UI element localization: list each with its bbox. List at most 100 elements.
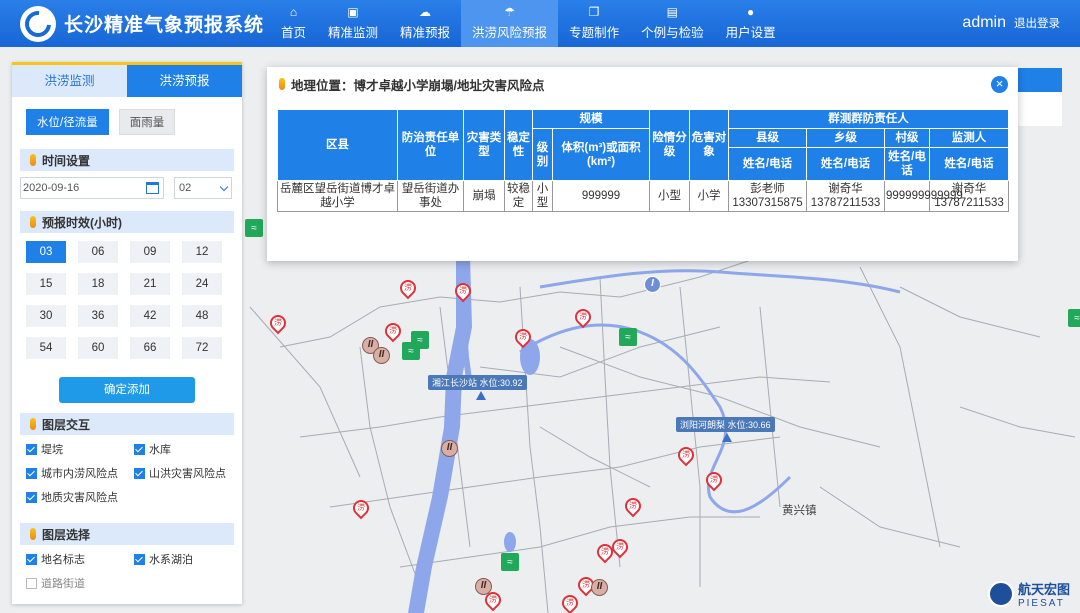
cell-monitor: 谢奇华13787211533 xyxy=(929,180,1009,212)
mountain-flood-icon[interactable]: ≈ xyxy=(402,342,420,360)
info-popup: 地理位置：博才卓越小学崩塌/地址灾害风险点 × 区县 防治责任单位 灾害类型 稳… xyxy=(267,67,1018,261)
th-district: 区县 xyxy=(277,109,398,181)
risk-table: 区县 防治责任单位 灾害类型 稳定性 规模 险情分级 危害对象 群测群防责任人 … xyxy=(277,109,1009,212)
hour-option[interactable]: 06 xyxy=(78,241,118,263)
user-area: admin 退出登录 xyxy=(962,14,1060,32)
hour-option[interactable]: 15 xyxy=(26,273,66,295)
layer-checkbox[interactable]: 山洪灾害风险点 xyxy=(134,465,234,481)
station-label-liuyang[interactable]: 浏阳河朗梨 水位:30.66 xyxy=(676,417,775,432)
nav-forecast[interactable]: ☁ 精准预报 xyxy=(389,0,461,47)
th-volume: 体积(m³)或面积(km²) xyxy=(552,128,650,181)
th-name-phone: 姓名/电话 xyxy=(884,147,930,181)
calendar-icon[interactable] xyxy=(146,182,159,194)
checkbox-icon xyxy=(134,467,145,479)
hour-option[interactable]: 60 xyxy=(78,337,118,359)
username[interactable]: admin xyxy=(962,14,1006,32)
th-name-phone: 姓名/电话 xyxy=(929,147,1009,181)
th-monitor: 监测人 xyxy=(929,128,1009,148)
layer-checkbox[interactable]: 堤垸 xyxy=(26,441,134,457)
checkbox-icon xyxy=(26,577,37,589)
hour-option[interactable]: 42 xyxy=(130,305,170,327)
weather-icon: ☁ xyxy=(419,5,432,19)
cell-type: 崩塌 xyxy=(463,180,505,212)
th-name-phone: 姓名/电话 xyxy=(728,147,807,181)
station-triangle-icon[interactable] xyxy=(476,391,486,400)
th-name-phone: 姓名/电话 xyxy=(806,147,885,181)
tab-flood-monitor[interactable]: 洪涝监测 xyxy=(12,65,127,97)
subtab-area-rainfall[interactable]: 面雨量 xyxy=(118,109,176,135)
nav-home[interactable]: ⌂ 首页 xyxy=(270,0,317,47)
subtab-water-level[interactable]: 水位/径流量 xyxy=(26,109,109,135)
hour-option[interactable]: 24 xyxy=(182,273,222,295)
select-checkbox[interactable]: 水系湖泊 xyxy=(134,551,234,567)
hour-option[interactable]: 30 xyxy=(26,305,66,327)
mountain-flood-icon[interactable]: ≈ xyxy=(619,328,637,346)
th-scale: 规模 xyxy=(532,109,650,129)
mountain-flood-icon[interactable]: ≈ xyxy=(501,553,519,571)
reservoir-marker[interactable]: I xyxy=(644,276,661,293)
date-input[interactable]: 2020-09-16 xyxy=(20,177,164,199)
mountain-flood-icon[interactable]: ≈ xyxy=(1068,309,1080,327)
hour-option[interactable]: 48 xyxy=(182,305,222,327)
nav-flood-risk[interactable]: ☂ 洪涝风险预报 xyxy=(461,0,559,47)
hour-option[interactable]: 21 xyxy=(130,273,170,295)
hour-option[interactable]: 66 xyxy=(130,337,170,359)
document-icon: ❐ xyxy=(588,5,600,19)
th-group: 群测群防责任人 xyxy=(728,109,1009,129)
tab-flood-forecast[interactable]: 洪涝预报 xyxy=(127,65,242,97)
cell-village: 999999999999 xyxy=(884,180,963,212)
logout-link[interactable]: 退出登录 xyxy=(1014,15,1060,31)
th-object: 危害对象 xyxy=(689,109,729,181)
section-forecast-hours: 预报时效(小时) xyxy=(20,211,234,233)
hour-option[interactable]: 54 xyxy=(26,337,66,359)
mountain-flood-icon[interactable]: ≈ xyxy=(245,219,263,237)
section-bar-icon xyxy=(30,528,36,540)
station-triangle-icon[interactable] xyxy=(722,433,732,442)
embankment-marker[interactable]: II xyxy=(373,347,390,364)
hour-option[interactable]: 03 xyxy=(26,241,66,263)
cell-stability: 较稳定 xyxy=(504,180,533,212)
hour-option[interactable]: 72 xyxy=(182,337,222,359)
hour-option[interactable]: 36 xyxy=(78,305,118,327)
th-village: 村级 xyxy=(884,128,930,148)
app-header: 长沙精准气象预报系统 ⌂ 首页 ▣ 精准监测 ☁ 精准预报 ☂ 洪涝风险预报 ❐ 专题制作… xyxy=(0,0,1080,47)
close-icon[interactable]: × xyxy=(991,76,1008,93)
nav-user-settings[interactable]: ● 用户设置 xyxy=(715,0,787,47)
embankment-marker[interactable]: II xyxy=(441,440,458,457)
section-bar-icon xyxy=(30,418,36,430)
cell-unit: 望岳街道办事处 xyxy=(397,180,464,212)
th-county: 县级 xyxy=(728,128,807,148)
section-bar-icon xyxy=(30,216,36,228)
home-icon: ⌂ xyxy=(289,5,298,19)
layer-checkbox[interactable]: 水库 xyxy=(134,441,234,457)
popup-title: 地理位置：博才卓越小学崩塌/地址灾害风险点 xyxy=(267,67,1018,101)
app-title: 长沙精准气象预报系统 xyxy=(64,15,265,36)
layer-checkbox[interactable]: 地质灾害风险点 xyxy=(26,489,134,505)
cell-volume: 999999 xyxy=(552,180,650,212)
cell-township: 谢奇华13787211533 xyxy=(806,180,885,212)
confirm-add-button[interactable]: 确定添加 xyxy=(59,377,195,403)
th-level: 级别 xyxy=(532,128,553,181)
layer-checkbox[interactable]: 城市内涝风险点 xyxy=(26,465,134,481)
cell-object: 小学 xyxy=(689,180,729,212)
control-panel: 洪涝监测 洪涝预报 水位/径流量 面雨量 时间设置 2020-09-16 02 … xyxy=(12,62,242,604)
hour-option[interactable]: 12 xyxy=(182,241,222,263)
nav-cases[interactable]: ▤ 个例与检验 xyxy=(630,0,715,47)
station-label-xiangjiang[interactable]: 湘江长沙站 水位:30.92 xyxy=(428,375,527,390)
hour-grid: 03 06 09 12 15 18 21 24 30 36 42 48 54 6… xyxy=(12,233,242,359)
cell-district: 岳麓区望岳街道博才卓越小学 xyxy=(277,180,398,212)
th-stability: 稳定性 xyxy=(504,109,533,181)
embankment-marker[interactable]: II xyxy=(475,578,492,595)
piesat-logo xyxy=(987,581,1014,607)
hour-option[interactable]: 18 xyxy=(78,273,118,295)
select-checkbox[interactable]: 道路街道 xyxy=(26,575,134,591)
checkbox-icon xyxy=(134,553,145,565)
nav-monitor[interactable]: ▣ 精准监测 xyxy=(317,0,389,47)
hour-select[interactable]: 02 xyxy=(174,177,232,199)
hour-option[interactable]: 09 xyxy=(130,241,170,263)
section-layer-select: 图层选择 xyxy=(20,523,234,545)
nav-topic[interactable]: ❐ 专题制作 xyxy=(558,0,630,47)
embankment-marker[interactable]: II xyxy=(591,579,608,596)
select-checkbox[interactable]: 地名标志 xyxy=(26,551,134,567)
monitor-icon: ▣ xyxy=(347,5,359,19)
